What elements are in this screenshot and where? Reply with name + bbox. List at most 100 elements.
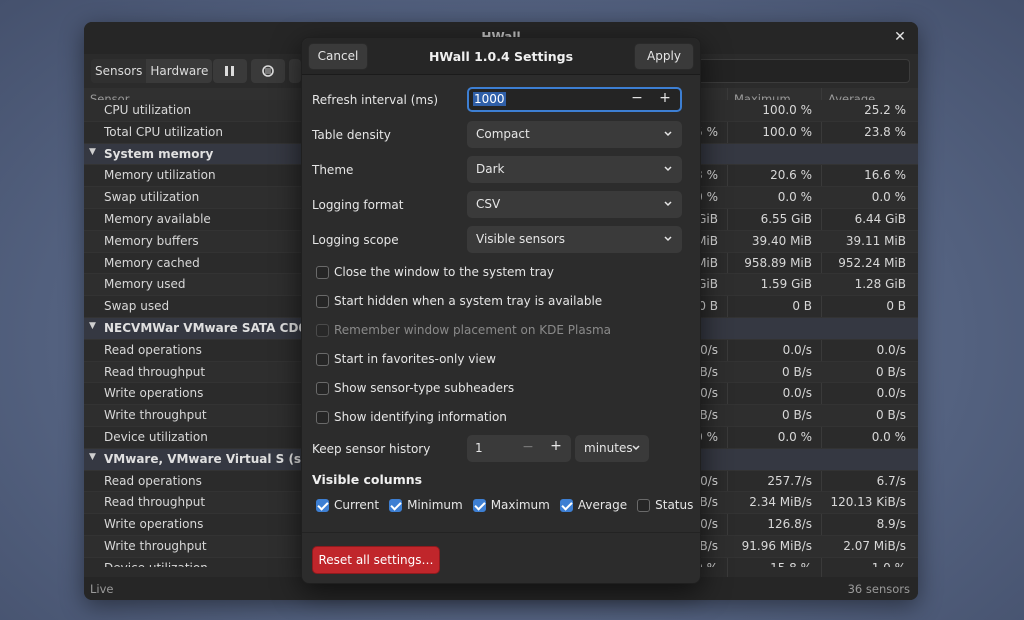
maximum-value: 0.0/s bbox=[782, 386, 812, 401]
column-toggle-maximum[interactable]: Maximum bbox=[472, 498, 550, 512]
chevron-down-icon bbox=[632, 445, 640, 451]
sensor-name: Device utilization bbox=[104, 429, 208, 444]
logging-scope-label: Logging scope bbox=[312, 233, 399, 247]
column-toggle-current[interactable]: Current bbox=[316, 498, 379, 512]
maximum-value: 0.0/s bbox=[782, 342, 812, 357]
checkbox[interactable] bbox=[389, 498, 403, 512]
maximum-value: 15.8 % bbox=[728, 561, 812, 567]
average-value: 120.13 KiB/s bbox=[830, 495, 906, 510]
logging-format-value: CSV bbox=[476, 197, 501, 211]
history-value[interactable]: 1 bbox=[475, 441, 483, 455]
sensor-name: Memory available bbox=[104, 211, 211, 226]
average-value: 2.07 MiB/s bbox=[843, 538, 906, 553]
checkbox-favorites-only[interactable]: Start in favorites-only view bbox=[316, 351, 496, 367]
pause-icon bbox=[225, 66, 234, 76]
minus-icon[interactable]: − bbox=[624, 90, 650, 106]
checkbox-subheaders[interactable]: Show sensor-type subheaders bbox=[316, 380, 514, 396]
chevron-down-icon[interactable]: ▼ bbox=[89, 452, 96, 462]
checkbox-start-hidden[interactable]: Start hidden when a system tray is avail… bbox=[316, 293, 602, 309]
tab-sensors[interactable]: Sensors bbox=[91, 59, 147, 83]
settings-dialog: Cancel HWall 1.0.4 Settings Apply Refres… bbox=[301, 37, 701, 584]
sensor-name: Write operations bbox=[104, 517, 204, 532]
status-live: Live bbox=[90, 582, 114, 596]
toolbar-button-partial[interactable] bbox=[289, 59, 301, 83]
maximum-value: 20.6 % bbox=[770, 168, 812, 183]
maximum-value: 100.0 % bbox=[762, 103, 812, 117]
theme-value: Dark bbox=[476, 162, 505, 176]
checkbox[interactable] bbox=[637, 498, 651, 512]
checkbox-label: Close the window to the system tray bbox=[334, 265, 555, 279]
chevron-down-icon bbox=[664, 201, 672, 207]
maximum-value: 0 B/s bbox=[782, 364, 812, 379]
reset-all-settings-button[interactable]: Reset all settings… bbox=[312, 546, 440, 574]
maximum-value: 6.55 GiB bbox=[760, 211, 812, 226]
checkbox-identifying-info[interactable]: Show identifying information bbox=[316, 409, 507, 425]
plus-icon[interactable]: + bbox=[545, 438, 567, 454]
maximum-value: 100.0 % bbox=[762, 124, 812, 139]
sensor-count: 36 sensors bbox=[847, 582, 910, 596]
pause-button[interactable] bbox=[213, 59, 247, 83]
checkbox[interactable] bbox=[316, 410, 329, 424]
chevron-down-icon[interactable]: ▼ bbox=[89, 321, 96, 331]
sensor-name: Memory used bbox=[104, 277, 186, 292]
checkbox-label: Minimum bbox=[407, 498, 463, 512]
average-value: 6.7/s bbox=[876, 473, 906, 488]
checkbox-label: Start hidden when a system tray is avail… bbox=[334, 294, 603, 308]
sensor-name: Write throughput bbox=[104, 538, 207, 553]
chevron-down-icon[interactable]: ▼ bbox=[89, 147, 96, 157]
sensor-name: Write operations bbox=[104, 386, 204, 401]
minus-icon[interactable]: − bbox=[518, 439, 538, 455]
logging-format-dropdown[interactable]: CSV bbox=[467, 191, 682, 218]
theme-dropdown[interactable]: Dark bbox=[467, 156, 682, 183]
reset-stats-button[interactable] bbox=[251, 59, 285, 83]
theme-label: Theme bbox=[312, 163, 354, 177]
refresh-interval-spinbox[interactable]: 1000 − + bbox=[467, 87, 682, 112]
history-spinbox[interactable]: 1 − + bbox=[467, 435, 571, 462]
maximum-value: 0.0 % bbox=[777, 190, 812, 205]
sensor-name: System memory bbox=[104, 146, 214, 161]
column-toggle-status[interactable]: Status bbox=[637, 498, 693, 512]
dialog-header: Cancel HWall 1.0.4 Settings Apply bbox=[302, 38, 700, 75]
column-toggle-minimum[interactable]: Minimum bbox=[389, 498, 463, 512]
checkbox[interactable] bbox=[316, 265, 329, 279]
column-toggle-average[interactable]: Average bbox=[559, 498, 627, 512]
average-value: 8.9/s bbox=[876, 517, 906, 532]
sensor-name: Swap utilization bbox=[104, 190, 200, 205]
checkbox[interactable] bbox=[316, 352, 329, 366]
checkbox-close-to-tray[interactable]: Close the window to the system tray bbox=[316, 264, 554, 280]
maximum-value: 39.40 MiB bbox=[751, 233, 812, 248]
table-density-dropdown[interactable]: Compact bbox=[467, 121, 682, 148]
average-value: 0.0/s bbox=[876, 386, 906, 401]
close-icon[interactable]: ✕ bbox=[892, 29, 908, 45]
checkbox[interactable] bbox=[316, 498, 329, 512]
average-value: 39.11 MiB bbox=[845, 233, 906, 248]
maximum-value: 0.0 % bbox=[777, 429, 812, 444]
logging-scope-value: Visible sensors bbox=[476, 232, 566, 246]
checkbox-label: Status bbox=[655, 498, 694, 512]
sensor-name: Device utilization bbox=[104, 561, 208, 567]
checkbox[interactable] bbox=[316, 294, 329, 308]
apply-button[interactable]: Apply bbox=[634, 43, 694, 70]
search-input[interactable] bbox=[684, 59, 910, 83]
history-unit-dropdown[interactable]: minutes bbox=[575, 435, 649, 462]
checkbox[interactable] bbox=[559, 498, 573, 512]
checkbox bbox=[316, 323, 329, 337]
average-value: 1.0 % bbox=[822, 561, 906, 567]
chevron-down-icon bbox=[664, 166, 672, 172]
maximum-value: 1.59 GiB bbox=[760, 277, 812, 292]
average-value: 23.8 % bbox=[864, 124, 906, 139]
average-value: 0.0/s bbox=[876, 342, 906, 357]
refresh-icon bbox=[262, 65, 274, 77]
refresh-interval-value[interactable]: 1000 bbox=[473, 92, 506, 106]
logging-format-label: Logging format bbox=[312, 198, 404, 212]
history-label: Keep sensor history bbox=[312, 442, 431, 456]
average-value: 25.2 % bbox=[864, 103, 906, 117]
tab-hardware[interactable]: Hardware bbox=[146, 59, 212, 83]
maximum-value: 958.89 MiB bbox=[744, 255, 812, 270]
average-value: 1.28 GiB bbox=[854, 277, 906, 292]
checkbox[interactable] bbox=[316, 381, 329, 395]
logging-scope-dropdown[interactable]: Visible sensors bbox=[467, 226, 682, 253]
plus-icon[interactable]: + bbox=[652, 90, 678, 106]
checkbox[interactable] bbox=[472, 498, 486, 512]
checkbox-label: Maximum bbox=[490, 498, 550, 512]
